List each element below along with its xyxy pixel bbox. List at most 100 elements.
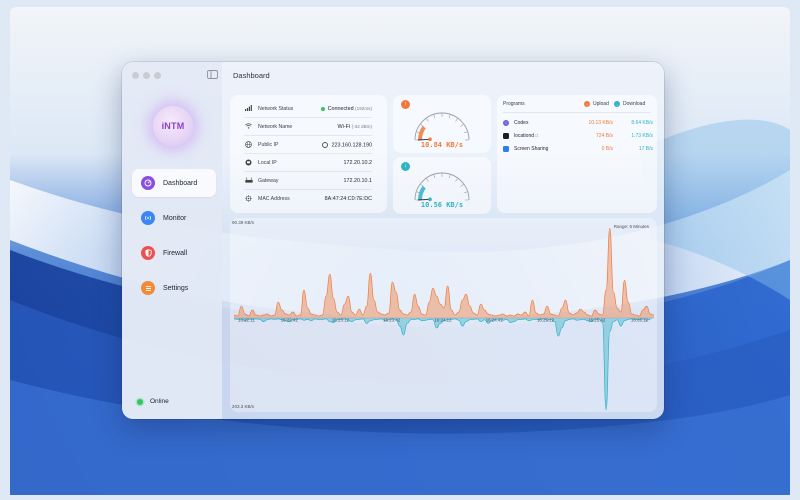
wifi-icon bbox=[244, 123, 253, 131]
program-row[interactable]: Codex 10.13 KB/s 8.64 KB/s bbox=[503, 118, 653, 128]
up-gauge-tick bbox=[448, 114, 451, 119]
programs-title: Programs bbox=[503, 101, 525, 107]
traffic-chart-card: 16:22:11 16:22:42 16:23:12 16:23:42 16:24:12… bbox=[230, 218, 657, 412]
download-legend-label: Download bbox=[623, 101, 646, 107]
programs-card: Programs ↑ Upload ↓ Download Codex 10.13… bbox=[497, 95, 657, 213]
connected-dot bbox=[320, 106, 325, 111]
upload-line bbox=[233, 228, 655, 317]
network-chip-icon bbox=[244, 194, 253, 204]
local-ip-label: Local IP bbox=[258, 160, 277, 166]
router-icon bbox=[244, 177, 253, 185]
shield-icon bbox=[141, 246, 155, 260]
local-ip-row: Local IP 172.20.10.2 bbox=[244, 157, 372, 169]
download-speed: 10.56 KB/s bbox=[420, 201, 464, 209]
online-status-dot bbox=[137, 398, 143, 405]
download-line bbox=[233, 318, 651, 411]
chart-upload-max-label: 90.39 KB/s bbox=[232, 220, 255, 225]
app-window: iNTM Dashboard Monitor Firewall Settings bbox=[122, 62, 664, 419]
x-tick-label: 16:22:11 bbox=[238, 318, 255, 323]
program-upload: 724 B/s bbox=[596, 133, 613, 139]
monitor-icon bbox=[244, 159, 253, 168]
download-legend: ↓ Download bbox=[614, 101, 645, 107]
program-name-text: locationd bbox=[514, 133, 535, 139]
chart-range-label: Range: 5 Minutes bbox=[613, 224, 649, 229]
down-gauge-tick bbox=[448, 174, 451, 179]
down-gauge-tick bbox=[455, 178, 458, 182]
upload-gauge-card: ↑ 10.84 KB/s bbox=[393, 95, 491, 153]
up-gauge-tick bbox=[426, 118, 429, 122]
sidebar-item-label: Firewall bbox=[163, 249, 188, 257]
dashboard-gauge-icon bbox=[141, 176, 155, 190]
terminal-app-icon bbox=[503, 133, 509, 139]
sidebar-item-label: Settings bbox=[163, 284, 189, 292]
list-icon bbox=[141, 281, 155, 295]
public-ip-row: Public IP 223.160.128.190 bbox=[244, 139, 372, 151]
x-tick-label: 16:25:42 bbox=[588, 318, 606, 323]
divider bbox=[244, 189, 372, 190]
program-name: locationd  bbox=[514, 133, 561, 139]
down-gauge-tick bbox=[426, 178, 429, 182]
program-upload: 0 B/s bbox=[601, 146, 613, 152]
chart-download-max-label: 203.3 KB/s bbox=[232, 404, 255, 409]
x-tick-label: 16:22:42 bbox=[281, 318, 299, 323]
up-gauge-tick bbox=[460, 124, 464, 127]
sidebar: iNTM Dashboard Monitor Firewall Settings bbox=[122, 62, 222, 419]
public-ip-value: 223.160.128.190 bbox=[321, 141, 372, 149]
download-legend-icon: ↓ bbox=[614, 101, 620, 107]
program-row[interactable]: locationd  724 B/s 1.73 KB/s bbox=[503, 131, 653, 141]
sidebar-toggle-icon[interactable] bbox=[207, 70, 218, 79]
down-gauge-tick bbox=[433, 174, 436, 179]
program-upload: 10.13 KB/s bbox=[588, 120, 613, 126]
network-status-label: Network Status bbox=[258, 106, 294, 112]
x-tick-label: 16:25:12 bbox=[537, 318, 555, 323]
network-latency: (192ms) bbox=[355, 106, 372, 111]
online-status: Online bbox=[137, 398, 169, 405]
app-logo: iNTM bbox=[153, 106, 193, 146]
program-name: Codex bbox=[514, 120, 529, 126]
public-ip-text: 223.160.128.190 bbox=[331, 142, 372, 149]
upload-legend: ↑ Upload bbox=[584, 101, 609, 107]
sidebar-item-dashboard[interactable]: Dashboard bbox=[132, 169, 216, 197]
mac-address-value: 8A:47:24:C0:7E:DC bbox=[324, 196, 372, 202]
minimize-window-button[interactable] bbox=[143, 72, 150, 79]
programs-title-text: Programs bbox=[503, 101, 525, 107]
network-name-value: Wi-Fi (-32 dBm) bbox=[338, 124, 373, 130]
up-gauge-tick bbox=[463, 131, 468, 134]
mac-address-label: MAC Address bbox=[258, 196, 290, 202]
sidebar-item-firewall[interactable]: Firewall bbox=[132, 239, 216, 267]
divider bbox=[244, 135, 372, 136]
zoom-window-button[interactable] bbox=[154, 72, 161, 79]
divider bbox=[244, 117, 372, 118]
upload-legend-label: Upload bbox=[593, 101, 609, 107]
divider bbox=[503, 112, 651, 113]
mac-address-row: MAC Address 8A:47:24:C0:7E:DC bbox=[244, 193, 372, 205]
program-row[interactable]: Screen Sharing 0 B/s 17 B/s bbox=[503, 144, 653, 154]
program-download: 8.64 KB/s bbox=[631, 120, 653, 126]
network-name-text: Wi-Fi bbox=[337, 124, 351, 130]
x-tick-label: 16:24:12 bbox=[434, 318, 452, 323]
up-gauge-tick bbox=[433, 114, 436, 119]
sidebar-item-settings[interactable]: Settings bbox=[132, 274, 216, 302]
globe-icon bbox=[244, 140, 253, 150]
x-tick-label: 16:24:42 bbox=[486, 318, 504, 323]
sidebar-item-monitor[interactable]: Monitor bbox=[132, 204, 216, 232]
online-status-label: Online bbox=[150, 398, 169, 405]
network-name-row: Network Name Wi-Fi (-32 dBm) bbox=[244, 121, 372, 133]
network-name-label: Network Name bbox=[258, 124, 293, 130]
network-info-card: Network Status Connected (192ms) Network… bbox=[230, 95, 387, 213]
gateway-value: 172.20.10.1 bbox=[343, 178, 372, 184]
network-status-text: Connected bbox=[327, 106, 354, 112]
network-status-row: Network Status Connected (192ms) bbox=[244, 103, 372, 115]
signal-strength: (-32 dBm) bbox=[351, 124, 372, 129]
close-window-button[interactable] bbox=[132, 72, 139, 79]
divider bbox=[244, 171, 372, 172]
up-gauge-tick bbox=[455, 118, 458, 122]
screen-sharing-app-icon bbox=[503, 146, 509, 152]
network-status-value: Connected (192ms) bbox=[320, 106, 372, 112]
down-gauge-tick bbox=[460, 184, 464, 187]
down-gauge-tick bbox=[463, 191, 468, 194]
traffic-chart: 16:22:11 16:22:42 16:23:12 16:23:42 16:24:12… bbox=[233, 228, 655, 411]
copy-icon[interactable] bbox=[321, 141, 328, 148]
codex-app-icon bbox=[503, 120, 509, 126]
up-gauge-fill bbox=[418, 125, 426, 141]
